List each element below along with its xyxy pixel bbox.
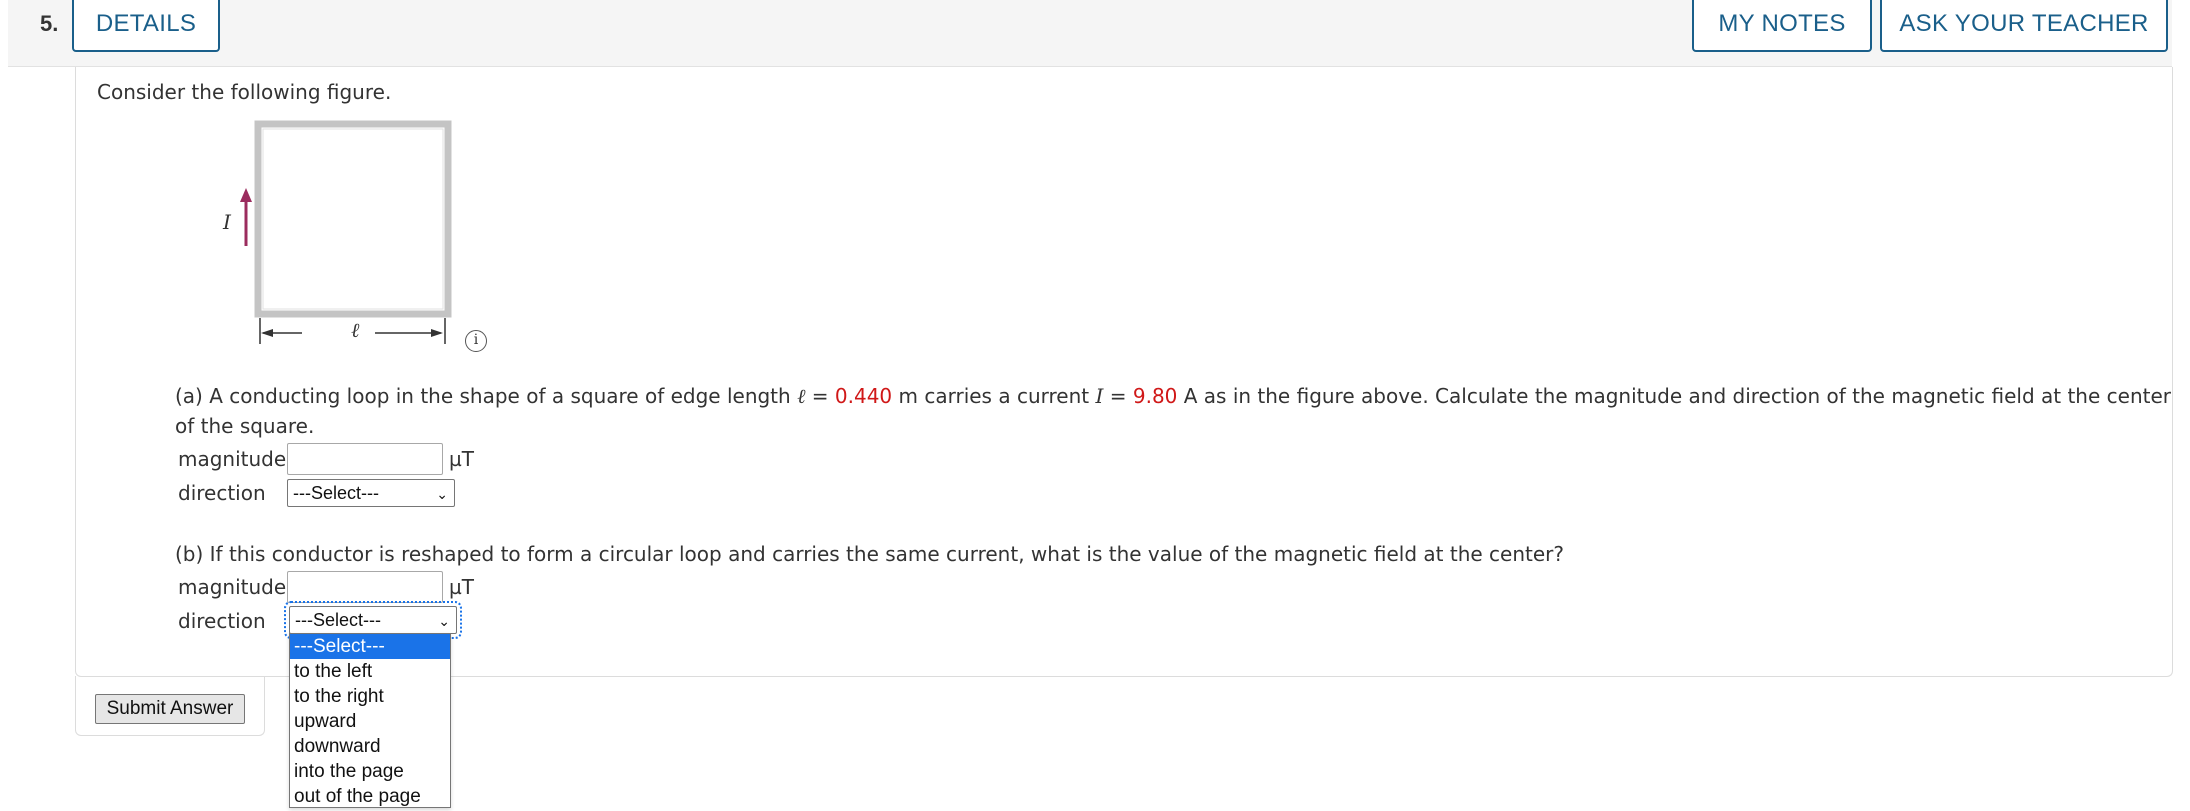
info-icon[interactable]: i [465, 330, 487, 352]
current-label: I [223, 210, 231, 234]
dropdown-option-select[interactable]: ---Select--- [290, 634, 450, 659]
given-current-value: 9.80 [1132, 384, 1178, 408]
part-b-magnitude-input[interactable] [287, 571, 443, 603]
dropdown-option-left[interactable]: to the left [290, 659, 450, 684]
part-b-direction-select[interactable]: ---Select--- ⌄ [284, 601, 462, 639]
part-a-magnitude-label: magnitude [178, 447, 287, 471]
dropdown-option-out-of-page[interactable]: out of the page [290, 784, 450, 809]
dropdown-option-upward[interactable]: upward [290, 709, 450, 734]
part-a-unit: µT [449, 447, 474, 471]
part-b-magnitude-label: magnitude [178, 575, 287, 599]
part-a-magnitude-input[interactable] [287, 443, 443, 475]
submit-answer-button[interactable]: Submit Answer [95, 694, 245, 724]
direction-dropdown-list: ---Select--- to the left to the right up… [289, 633, 451, 808]
part-a-question: (a) A conducting loop in the shape of a … [175, 384, 2171, 408]
given-length-value: 0.440 [834, 384, 893, 408]
part-a-direction-label: direction [178, 481, 266, 505]
part-a-direction-select[interactable]: ---Select--- ⌄ [287, 479, 455, 507]
chevron-down-icon: ⌄ [436, 486, 448, 502]
part-b-unit: µT [449, 575, 474, 599]
chevron-down-icon: ⌄ [438, 613, 450, 629]
dropdown-option-into-page[interactable]: into the page [290, 759, 450, 784]
part-b-direction-label: direction [178, 609, 266, 633]
square-loop [254, 120, 452, 318]
question-number: 5. [40, 11, 59, 36]
ask-your-teacher-button[interactable]: ASK YOUR TEACHER [1880, 0, 2168, 52]
my-notes-button[interactable]: MY NOTES [1692, 0, 1872, 52]
details-button[interactable]: DETAILS [72, 0, 220, 52]
length-label: ℓ [351, 318, 360, 342]
part-b-question: (b) If this conductor is reshaped to for… [175, 542, 1564, 566]
square-loop-figure: I ℓ [215, 118, 515, 358]
dropdown-option-right[interactable]: to the right [290, 684, 450, 709]
dropdown-option-downward[interactable]: downward [290, 734, 450, 759]
intro-text: Consider the following figure. [97, 80, 392, 104]
part-a-question-continued: of the square. [175, 414, 315, 438]
question-header: 5. DETAILS MY NOTES ASK YOUR TEACHER [8, 0, 2172, 67]
